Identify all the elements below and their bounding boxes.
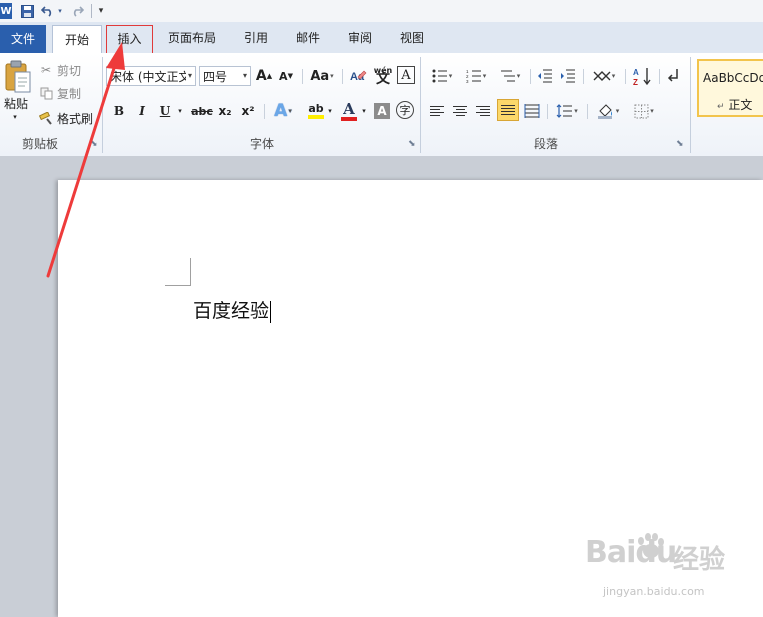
annotation-arrow [46,42,125,278]
baidu-watermark: Baidu 经验 jingyan.baidu.com [585,533,735,607]
paw-icon [638,533,664,558]
watermark-url: jingyan.baidu.com [603,585,705,598]
watermark-brand-cn: 经验 [673,545,726,575]
